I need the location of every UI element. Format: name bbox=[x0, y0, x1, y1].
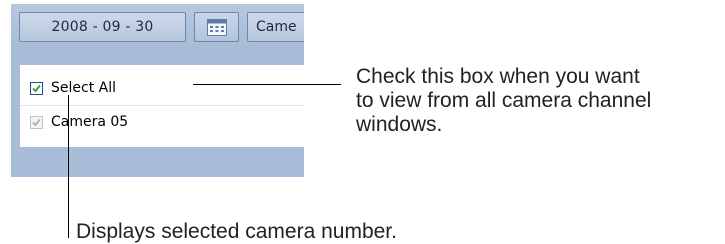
annotation-line: Check this box when you want bbox=[356, 65, 640, 88]
toolbar: 2008 - 09 - 30 Came bbox=[11, 4, 304, 56]
camera-label: Camera 05 bbox=[51, 114, 129, 130]
select-all-checkbox[interactable] bbox=[30, 81, 43, 95]
select-all-row[interactable]: Select All bbox=[20, 73, 304, 103]
checkmark-icon bbox=[32, 118, 41, 126]
camera-select[interactable]: Came bbox=[247, 12, 304, 42]
list-divider bbox=[20, 105, 304, 106]
checkmark-icon bbox=[32, 84, 41, 92]
select-all-label: Select All bbox=[51, 80, 116, 96]
camera-list: Select All Camera 05 bbox=[20, 65, 304, 147]
select-all-leader-line bbox=[193, 84, 341, 85]
camera-panel-screenshot: 2008 - 09 - 30 Came Select All Camera 05 bbox=[11, 4, 304, 177]
camera-number-annotation: Displays selected camera number. bbox=[76, 220, 397, 243]
annotation-line: windows. bbox=[356, 113, 443, 136]
calendar-icon bbox=[207, 19, 227, 36]
camera-checkbox[interactable] bbox=[30, 115, 43, 129]
camera-number-leader-line bbox=[68, 95, 69, 238]
select-all-annotation: Check this box when you want to view fro… bbox=[356, 65, 725, 137]
annotation-line: to view from all camera channel bbox=[356, 89, 652, 112]
calendar-button[interactable] bbox=[194, 12, 239, 42]
date-field[interactable]: 2008 - 09 - 30 bbox=[19, 12, 186, 42]
camera-row[interactable]: Camera 05 bbox=[20, 107, 304, 137]
